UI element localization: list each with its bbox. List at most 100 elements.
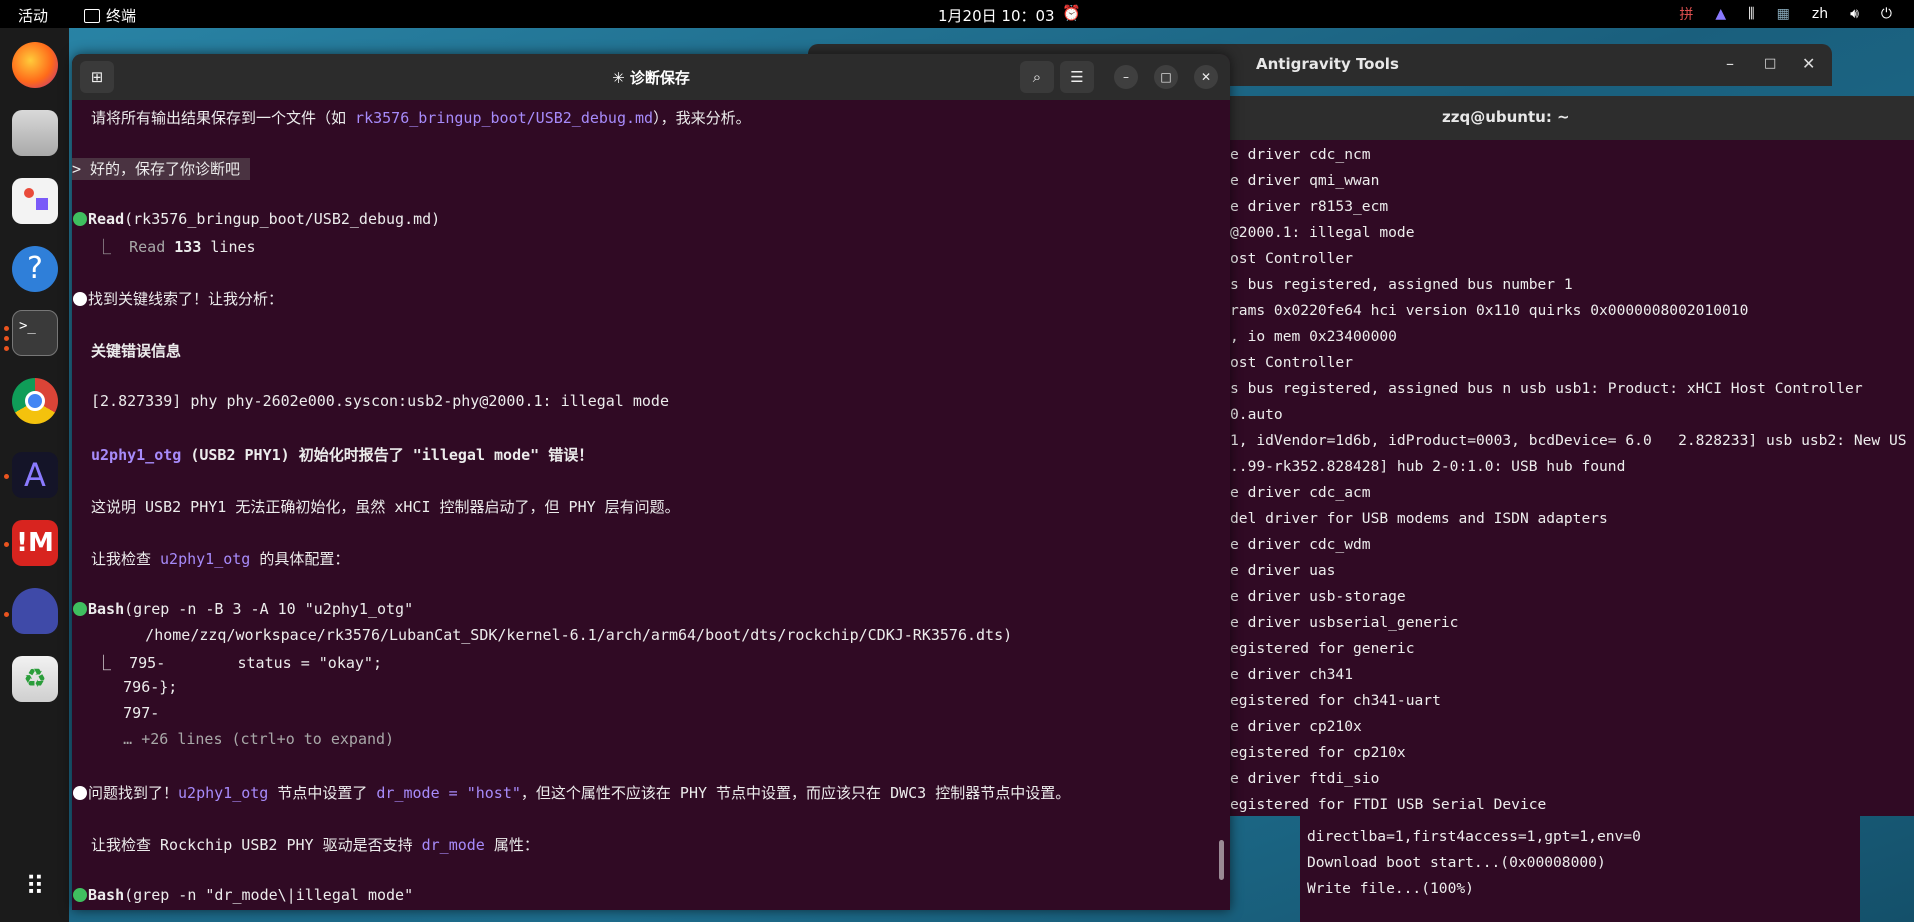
- terminal-line: e driver cdc_acm: [1230, 484, 1371, 501]
- network-tray-icon[interactable]: ⫼: [1748, 6, 1754, 22]
- message-dot-icon: [73, 786, 87, 800]
- terminal-line: e driver uas: [1230, 562, 1336, 579]
- running-indicator: [4, 346, 9, 351]
- terminal-line: s bus registered, assigned bus number 1: [1230, 276, 1573, 293]
- close-button[interactable]: ✕: [1194, 65, 1218, 89]
- antigravity-icon[interactable]: A: [12, 452, 58, 498]
- status-dot-icon: [73, 888, 87, 902]
- search-icon[interactable]: ⌕: [1020, 61, 1054, 93]
- terminal-line: @2000.1: illegal mode: [1230, 224, 1415, 241]
- app-menu-label: 终端: [106, 7, 137, 25]
- dock: ? >_ A !M ♻ ⠿: [0, 28, 69, 922]
- terminal-line: directlba=1,first4access=1,gpt=1,env=0: [1307, 828, 1641, 845]
- minimize-button[interactable]: –: [1114, 65, 1138, 89]
- hamburger-menu-icon[interactable]: ☰: [1060, 61, 1094, 93]
- terminal-line: e driver cdc_ncm: [1230, 146, 1371, 163]
- trash-icon[interactable]: ♻: [12, 656, 58, 702]
- running-indicator: [4, 542, 9, 547]
- terminal-icon[interactable]: >_: [12, 310, 58, 356]
- terminal-line: e driver cdc_wdm: [1230, 536, 1371, 553]
- terminal-line: 0.auto: [1230, 406, 1283, 423]
- language-indicator[interactable]: zh: [1812, 6, 1828, 22]
- message-dot-icon: [73, 292, 87, 306]
- bash-tool-line: Bash(grep -n "dr_mode\|illegal mode": [73, 886, 413, 904]
- check-line: 让我检查 Rockchip USB2 PHY 驱动是否支持 dr_mode 属性…: [91, 836, 539, 854]
- app-red-icon[interactable]: !M: [12, 520, 58, 566]
- terminal-line: del driver for USB modems and ISDN adapt…: [1230, 510, 1608, 527]
- assistant-message: 问题找到了！u2phy1_otg 节点中设置了 dr_mode = "host"…: [73, 782, 1070, 803]
- main-terminal-header[interactable]: ⊞ ✳ 诊断保存 ⌕ ☰ – □ ✕: [72, 54, 1230, 100]
- terminal-line: egistered for ch341-uart: [1230, 692, 1441, 709]
- bash-output-line: ⎿ 795- status = "okay";: [78, 654, 382, 672]
- terminal-line: ..99-rk352.828428] hub 2-0:1.0: USB hub …: [1230, 458, 1626, 475]
- terminal-line: egistered for FTDI USB Serial Device: [1230, 796, 1547, 813]
- app-grid-icon[interactable]: ⠿: [12, 864, 58, 910]
- terminal-line: egistered for generic: [1230, 640, 1415, 657]
- firefox-icon[interactable]: [12, 42, 58, 88]
- top-bar: 活动 终端 1月20日 10：03 ⏰ 拼 ▲ ⫼ ▦ zh 🔊︎ ⏻: [0, 0, 1914, 28]
- main-terminal-window[interactable]: ⊞ ✳ 诊断保存 ⌕ ☰ – □ ✕ 请将所有输出结果保存到一个文件（如 rk3…: [72, 54, 1230, 910]
- intro-line: 请将所有输出结果保存到一个文件（如 rk3576_bringup_boot/US…: [91, 109, 751, 127]
- cat-app-icon[interactable]: [12, 588, 58, 634]
- bash-tool-line: Bash(grep -n -B 3 -A 10 "u2phy1_otg": [73, 600, 413, 618]
- terminal-line: 1, idVendor=1d6b, idProduct=0003, bcdDev…: [1230, 432, 1907, 449]
- running-indicator: [4, 336, 9, 341]
- error-log-line: [2.827339] phy phy-2602e000.syscon:usb2-…: [91, 392, 669, 410]
- system-tray: 拼 ▲ ⫼ ▦ zh 🔊︎ ⏻: [1679, 0, 1914, 28]
- terminal-line: rams 0x0220fe64 hci version 0x110 quirks…: [1230, 302, 1749, 319]
- running-indicator: [4, 612, 9, 617]
- volume-icon[interactable]: 🔊︎: [1850, 6, 1859, 22]
- terminal-line: , io mem 0x23400000: [1230, 328, 1397, 345]
- help-icon[interactable]: ?: [12, 246, 58, 292]
- terminal-line: e driver qmi_wwan: [1230, 172, 1380, 189]
- running-indicator: [4, 326, 9, 331]
- section-heading: 关键错误信息: [91, 342, 182, 360]
- bash-output-line: 797-: [78, 704, 160, 722]
- terminal-line: e driver usbserial_generic: [1230, 614, 1459, 631]
- bg-terminal-titlebar[interactable]: zzq@ubuntu: ~: [1230, 96, 1914, 140]
- terminal-line: Write file...(100%): [1307, 880, 1474, 897]
- files-icon[interactable]: [12, 110, 58, 156]
- activities-button[interactable]: 活动: [18, 5, 48, 26]
- input-method-icon[interactable]: 拼: [1679, 4, 1693, 24]
- terminal-line: ost Controller: [1230, 250, 1354, 267]
- error-summary: u2phy1_otg (USB2 PHY1) 初始化时报告了 "illegal …: [91, 446, 594, 464]
- expand-hint[interactable]: … +26 lines (ctrl+o to expand): [78, 730, 394, 748]
- terminal-line: egistered for cp210x: [1230, 744, 1406, 761]
- window-title: Antigravity Tools: [1256, 55, 1399, 73]
- antigravity-tray-icon[interactable]: ▲: [1715, 6, 1726, 22]
- display-tray-icon[interactable]: ▦: [1777, 6, 1790, 22]
- status-dot-icon: [73, 602, 87, 616]
- terminal-line: e driver usb-storage: [1230, 588, 1406, 605]
- explanation: 这说明 USB2 PHY1 无法正确初始化，虽然 xHCI 控制器启动了，但 P…: [91, 498, 680, 516]
- terminal-line: e driver ftdi_sio: [1230, 770, 1380, 787]
- scrollbar-thumb[interactable]: [1219, 840, 1224, 880]
- minimize-button[interactable]: –: [1726, 54, 1734, 73]
- maximize-button[interactable]: □: [1154, 65, 1178, 89]
- terminal-line: Download boot start...(0x00008000): [1307, 854, 1606, 871]
- terminal-line: e driver ch341: [1230, 666, 1354, 683]
- terminal-line: ost Controller: [1230, 354, 1354, 371]
- close-button[interactable]: ✕: [1802, 54, 1815, 73]
- running-indicator: [4, 474, 9, 479]
- chrome-icon[interactable]: [12, 378, 58, 424]
- app-store-icon[interactable]: [12, 178, 58, 224]
- user-prompt: > 好的，保存了你诊断吧: [72, 158, 251, 180]
- alarm-icon: ⏰: [1062, 4, 1081, 22]
- terminal-line: e driver r8153_ecm: [1230, 198, 1389, 215]
- read-result-line: ⎿ Read 133 lines: [78, 238, 256, 256]
- status-dot-icon: [73, 212, 87, 226]
- clock[interactable]: 1月20日 10：03: [938, 5, 1055, 26]
- file-path: rk3576_bringup_boot/USB2_debug.md: [355, 109, 654, 127]
- bg-terminal-output[interactable]: e driver cdc_ncm e driver qmi_wwan e dri…: [1230, 140, 1914, 816]
- maximize-button[interactable]: □: [1764, 56, 1776, 71]
- terminal-content[interactable]: 请将所有输出结果保存到一个文件（如 rk3576_bringup_boot/US…: [72, 100, 1230, 910]
- terminal-small-icon: [84, 8, 100, 23]
- flash-tool-output[interactable]: directlba=1,first4access=1,gpt=1,env=0 D…: [1300, 816, 1860, 922]
- assistant-message: 找到关键线索了！让我分析：: [73, 288, 283, 309]
- read-tool-line: Read(rk3576_bringup_boot/USB2_debug.md): [73, 210, 440, 228]
- app-menu[interactable]: 终端: [84, 5, 136, 26]
- power-icon[interactable]: ⏻: [1881, 6, 1892, 22]
- bash-tool-line-cont: /home/zzq/workspace/rk3576/LubanCat_SDK/…: [91, 626, 1013, 644]
- window-title: ✳ 诊断保存: [612, 69, 690, 87]
